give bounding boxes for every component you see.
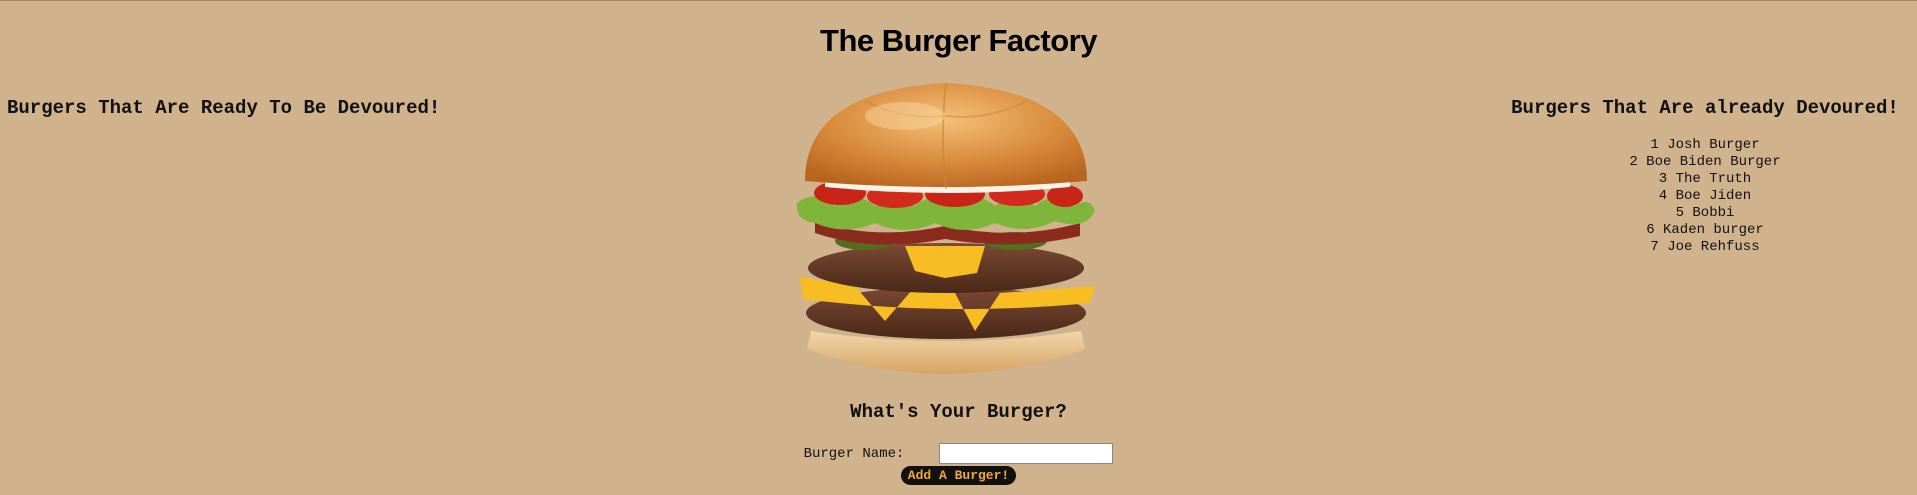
list-item: 1 Josh Burger: [1650, 137, 1760, 153]
page-title: The Burger Factory: [820, 23, 1097, 58]
list-item: 4 Boe Jiden: [1658, 188, 1752, 204]
add-burger-form: What's Your Burger? Burger Name: Add A B…: [0, 401, 1917, 485]
list-item: 2 Boe Biden Burger: [1629, 154, 1781, 170]
burger-image: [795, 81, 1097, 381]
form-heading: What's Your Burger?: [850, 401, 1067, 423]
devoured-burgers-list: 1 Josh Burger 2 Boe Biden Burger 3 The T…: [1500, 137, 1910, 256]
list-item: 3 The Truth: [1658, 171, 1752, 187]
add-burger-button[interactable]: Add A Burger!: [900, 466, 1017, 485]
list-item: 5 Bobbi: [1675, 205, 1735, 221]
list-item: 7 Joe Rehfuss: [1650, 239, 1760, 255]
burger-name-label: Burger Name:: [803, 445, 905, 462]
ready-burgers-heading: Burgers That Are Ready To Be Devoured!: [7, 97, 441, 119]
devoured-burgers-panel: Burgers That Are already Devoured! 1 Jos…: [1500, 97, 1910, 256]
list-item: 6 Kaden burger: [1646, 222, 1764, 238]
burger-name-input[interactable]: [939, 443, 1114, 464]
devoured-burgers-heading: Burgers That Are already Devoured!: [1511, 97, 1899, 119]
